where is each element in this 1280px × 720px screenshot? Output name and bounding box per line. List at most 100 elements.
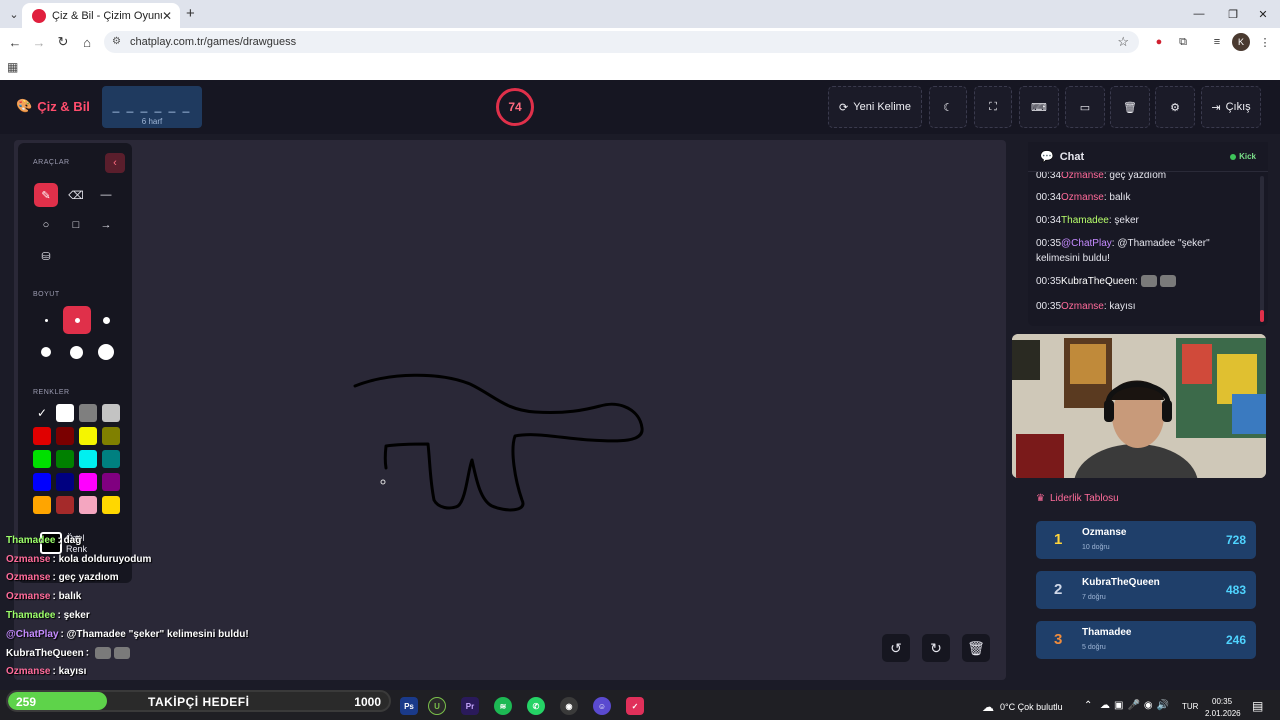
obs-taskbar-icon[interactable]: ◉: [560, 697, 578, 715]
tray-chevron-icon[interactable]: ⌃: [1084, 700, 1092, 711]
chat-username[interactable]: @ChatPlay: [1061, 238, 1112, 249]
tools-section-label: ARAÇLAR: [33, 159, 70, 166]
color-swatch[interactable]: [33, 473, 51, 491]
brush-icon: ✎: [41, 189, 51, 202]
overlay-username: KubraTheQueen: [6, 647, 84, 659]
follower-goal-label: TAKİPÇİ HEDEFİ: [148, 695, 250, 709]
color-swatch[interactable]: [33, 450, 51, 468]
color-swatch[interactable]: [79, 450, 97, 468]
fill-tool[interactable]: ⛁: [34, 244, 58, 268]
weather-text[interactable]: 0°C Çok bulutlu: [1000, 702, 1063, 712]
size-option-3[interactable]: [94, 308, 118, 332]
overlay-username: Thamadee: [6, 609, 56, 621]
overlay-message: kayısı: [58, 665, 87, 677]
circle-icon: ○: [42, 219, 50, 231]
overlay-separator: :: [85, 647, 92, 659]
chat-text: : kayısı: [1103, 301, 1136, 312]
overlay-username: @ChatPlay: [6, 628, 59, 640]
tray-icons[interactable]: ☁▣🎤◉🔊: [1100, 700, 1173, 711]
color-swatch[interactable]: [79, 427, 97, 445]
rectangle-tool[interactable]: □: [64, 213, 88, 237]
chat-message: 00:35@ChatPlay: @Thamadee "şeker" kelime…: [1036, 236, 1252, 266]
color-swatch[interactable]: [102, 404, 120, 422]
overlay-chat-line: Ozmanse: kayısı: [6, 666, 86, 677]
line-tool[interactable]: —: [94, 183, 118, 207]
whatsapp-taskbar-icon[interactable]: ✆: [527, 697, 545, 715]
redo-button[interactable]: ↻: [922, 634, 950, 662]
eraser-tool[interactable]: ⌫: [64, 183, 88, 207]
clear-canvas-button[interactable]: 🗑: [962, 634, 990, 662]
color-swatch[interactable]: [79, 404, 97, 422]
leaderboard-correct-count: 10 doğru: [1082, 544, 1110, 551]
overlay-message: kola dolduruyodum: [58, 553, 152, 565]
chat-title: Chat: [1059, 150, 1085, 163]
overlay-chat-line: Thamadee: şeker: [6, 610, 90, 621]
chat-message: 00:34Thamadee: şeker: [1036, 213, 1252, 228]
chat-scrollbar[interactable]: [1260, 176, 1264, 322]
chat-timestamp: 00:34: [1036, 192, 1062, 203]
undo-icon: ↺: [890, 639, 902, 656]
circle-tool[interactable]: ○: [34, 213, 58, 237]
chat-username[interactable]: Ozmanse: [1061, 192, 1104, 203]
size-option-5[interactable]: [64, 340, 88, 364]
color-swatch[interactable]: [56, 450, 74, 468]
color-swatch[interactable]: [102, 427, 120, 445]
color-swatch[interactable]: [56, 427, 74, 445]
webcam-image: [1012, 334, 1266, 478]
spotify-taskbar-icon[interactable]: ≋: [494, 697, 512, 715]
color-swatch[interactable]: [56, 404, 74, 422]
size-option-6[interactable]: [94, 340, 118, 364]
leaderboard-title: ♛ Liderlik Tablosu: [1036, 493, 1119, 504]
size-option-1[interactable]: [34, 308, 58, 332]
color-swatch[interactable]: ✓: [33, 404, 51, 422]
language-indicator[interactable]: TUR: [1182, 702, 1198, 711]
chat-username[interactable]: KubraTheQueen: [1061, 276, 1135, 287]
chat-username[interactable]: Ozmanse: [1061, 301, 1104, 312]
color-swatch[interactable]: [33, 496, 51, 514]
premiere-taskbar-icon[interactable]: Pr: [461, 697, 479, 715]
trash-icon: 🗑: [967, 639, 985, 656]
scrollbar-thumb[interactable]: [1260, 310, 1264, 322]
color-swatch[interactable]: [79, 496, 97, 514]
color-swatch[interactable]: [56, 496, 74, 514]
chat-timestamp: 00:35: [1036, 301, 1062, 312]
weather-icon: ☁: [982, 700, 994, 714]
undo-button[interactable]: ↺: [882, 634, 910, 662]
color-swatch[interactable]: [102, 496, 120, 514]
follower-goal-bar: 259 TAKİPÇİ HEDEFİ 1000: [6, 690, 391, 712]
brush-tool[interactable]: ✎: [34, 183, 58, 207]
leaderboard-title-text: Liderlik Tablosu: [1049, 493, 1119, 504]
photoshop-taskbar-icon[interactable]: Ps: [400, 697, 418, 715]
arrow-tool[interactable]: →: [94, 213, 118, 237]
color-swatch[interactable]: [102, 450, 120, 468]
notifications-icon[interactable]: ▤: [1252, 699, 1263, 713]
clock-time[interactable]: 00:35: [1212, 697, 1232, 706]
arrow-icon: →: [100, 219, 112, 231]
chat-header: 💬 Chat Kick: [1028, 142, 1268, 172]
color-swatch[interactable]: [79, 473, 97, 491]
leaderboard-row: 1 Ozmanse 10 doğru 728: [1036, 521, 1256, 559]
size-option-2[interactable]: [63, 306, 91, 334]
color-swatch[interactable]: [102, 473, 120, 491]
color-swatch[interactable]: [56, 473, 74, 491]
chat-message: 00:34Ozmanse: balık: [1036, 190, 1252, 205]
overlay-chat-line: Thamadee: dağ: [6, 535, 81, 546]
size-option-4[interactable]: [34, 340, 58, 364]
overlay-message: dağ: [63, 535, 82, 546]
app-taskbar-icon[interactable]: ✓: [626, 697, 644, 715]
leaderboard-score: 728: [1225, 533, 1246, 547]
leaderboard-row: 3 Thamadee 5 doğru 246: [1036, 621, 1256, 659]
upwork-taskbar-icon[interactable]: U: [428, 697, 446, 715]
color-swatch[interactable]: [33, 427, 51, 445]
overlay-chat-line: Ozmanse: kola dolduruyodum: [6, 554, 151, 565]
chat-text: :: [1134, 276, 1138, 287]
overlay-chat-line: Ozmanse: balık: [6, 591, 81, 602]
line-icon: —: [100, 189, 112, 201]
overlay-chat-line: @ChatPlay: @Thamadee "şeker" kelimesini …: [6, 629, 249, 640]
collapse-panel-button[interactable]: ‹: [105, 153, 125, 173]
size-section-label: BOYUT: [33, 291, 60, 298]
leaderboard-rank: 2: [1054, 581, 1063, 598]
clock-date[interactable]: 2.01.2026: [1205, 709, 1241, 718]
discord-taskbar-icon[interactable]: ☺: [593, 697, 611, 715]
chat-username[interactable]: Thamadee: [1061, 215, 1109, 226]
